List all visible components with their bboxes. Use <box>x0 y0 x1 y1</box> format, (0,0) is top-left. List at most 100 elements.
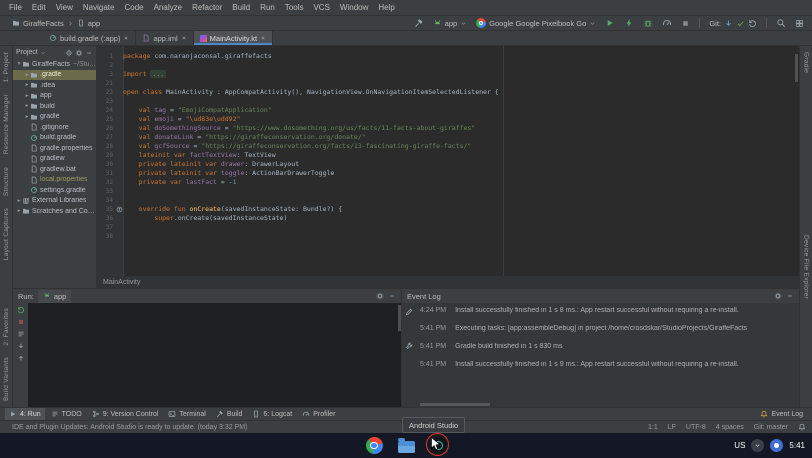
tree-item-build[interactable]: ▸build <box>13 101 96 112</box>
left-strip-layout-captures[interactable]: Layout Captures <box>3 208 10 260</box>
tree-item-.gradle[interactable]: ▸.gradle <box>13 70 96 81</box>
toolwindow-profiler[interactable]: Profiler <box>298 408 339 420</box>
breadcrumb[interactable]: GiraffeFacts app <box>12 19 100 28</box>
scroll-down-icon[interactable] <box>17 342 25 350</box>
wrench-icon[interactable] <box>405 342 413 350</box>
tree-item-local.properties[interactable]: local.properties <box>13 175 96 186</box>
profile-button[interactable] <box>662 18 672 28</box>
toolwindow-terminal[interactable]: Terminal <box>164 408 209 420</box>
status-git-master[interactable]: Git: master <box>754 424 788 431</box>
tree-item-gradle.properties[interactable]: gradle.properties <box>13 143 96 154</box>
pencil-icon[interactable] <box>405 308 413 316</box>
toolwindow-4-run[interactable]: 4: Run <box>5 408 45 420</box>
hide-panel-icon[interactable] <box>85 49 93 57</box>
search-everywhere-button[interactable] <box>776 18 786 28</box>
menu-code[interactable]: Code <box>119 3 148 12</box>
tree-item-build.gradle[interactable]: build.gradle <box>13 133 96 144</box>
build-hammer-icon[interactable] <box>414 18 424 28</box>
status-utf-8[interactable]: UTF-8 <box>686 424 706 431</box>
editor-tab-build.gradle (:app)[interactable]: build.gradle (:app) <box>43 31 136 45</box>
code-area[interactable]: 1package com.naranjaconsal.giraffefacts2… <box>97 46 799 276</box>
account-icon[interactable] <box>770 439 783 452</box>
editor-scrollbar[interactable] <box>795 54 798 82</box>
status-lf[interactable]: LF <box>668 424 676 431</box>
chevron-down-icon[interactable] <box>40 50 46 56</box>
menu-tools[interactable]: Tools <box>280 3 309 12</box>
locate-file-icon[interactable] <box>65 49 73 57</box>
gear-icon[interactable] <box>774 292 782 300</box>
tree-item-.idea[interactable]: ▸.idea <box>13 80 96 91</box>
menu-refactor[interactable]: Refactor <box>187 3 227 12</box>
keyboard-layout-indicator[interactable]: US <box>734 441 745 450</box>
editor-tab-MainActivity.kt[interactable]: MainActivity.kt <box>194 31 273 45</box>
console-scrollbar[interactable] <box>398 305 401 331</box>
left-strip-build-variants[interactable]: Build Variants <box>3 357 10 401</box>
event-log-scrollbar[interactable] <box>420 403 490 406</box>
left-strip-structure[interactable]: Structure <box>3 167 10 196</box>
tree-item-.gitignore[interactable]: .gitignore <box>13 122 96 133</box>
menu-view[interactable]: View <box>51 3 78 12</box>
editor-tab-app.iml[interactable]: app.iml <box>136 31 193 45</box>
code-editor[interactable]: 1package com.naranjaconsal.giraffefacts2… <box>97 46 799 288</box>
toolwindow-todo[interactable]: TODO <box>47 408 86 420</box>
menu-navigate[interactable]: Navigate <box>78 3 120 12</box>
run-config-dropdown[interactable]: app <box>433 19 468 28</box>
git-rollback-button[interactable] <box>748 19 757 28</box>
run-tab-app[interactable]: app <box>38 290 72 303</box>
system-menu-icon[interactable] <box>751 439 764 452</box>
layout-grid-button[interactable] <box>795 19 804 28</box>
project-panel-title[interactable]: Project <box>16 49 38 56</box>
left-strip-1-project[interactable]: 1: Project <box>3 52 10 82</box>
event-log-toolbar <box>402 303 416 407</box>
git-update-button[interactable] <box>724 19 733 28</box>
clock[interactable]: 5:41 <box>789 441 805 450</box>
taskbar-files[interactable] <box>398 438 415 453</box>
toolwindow-event-log[interactable]: Event Log <box>756 410 807 418</box>
toolwindow-build[interactable]: Build <box>212 408 247 420</box>
right-strip-gradle[interactable]: Gradle <box>803 52 810 73</box>
editor-breadcrumb[interactable]: MainActivity <box>97 276 799 288</box>
menu-analyze[interactable]: Analyze <box>149 3 187 12</box>
tree-item-External Libraries[interactable]: ▸External Libraries <box>13 196 96 207</box>
code-line: 34 <box>97 196 799 205</box>
menu-help[interactable]: Help <box>373 3 399 12</box>
toolwindow-6-logcat[interactable]: 6: Logcat <box>248 408 296 420</box>
menu-vcs[interactable]: VCS <box>308 3 334 12</box>
menu-window[interactable]: Window <box>335 3 373 12</box>
menu-build[interactable]: Build <box>227 3 255 12</box>
rerun-button[interactable] <box>17 306 25 314</box>
tree-item-GiraffeFacts[interactable]: ▾GiraffeFacts~/Stu... <box>13 59 96 70</box>
scroll-up-icon[interactable] <box>17 354 25 362</box>
left-strip-resource-manager[interactable]: Resource Manager <box>3 94 10 154</box>
run-button[interactable] <box>605 18 615 28</box>
stop-button[interactable] <box>17 318 25 326</box>
tree-item-app[interactable]: ▸app <box>13 91 96 102</box>
left-strip-2-favorites[interactable]: 2: Favorites <box>3 308 10 346</box>
tree-item-Scratches and Consoles[interactable]: ▸Scratches and Consoles <box>13 206 96 217</box>
tree-item-settings.gradle[interactable]: settings.gradle <box>13 185 96 196</box>
hide-panel-icon[interactable] <box>786 292 794 300</box>
status-1-1[interactable]: 1:1 <box>648 424 658 431</box>
gear-icon[interactable] <box>75 49 83 57</box>
list-icon[interactable] <box>17 330 25 338</box>
status-message[interactable]: IDE and Plugin Updates: Android Studio i… <box>12 424 247 431</box>
gear-icon[interactable] <box>376 292 384 300</box>
menu-run[interactable]: Run <box>255 3 280 12</box>
run-console-output[interactable] <box>28 303 401 407</box>
menu-edit[interactable]: Edit <box>27 3 51 12</box>
menu-file[interactable]: File <box>4 3 27 12</box>
git-commit-button[interactable] <box>736 19 745 28</box>
debug-button[interactable] <box>643 18 653 28</box>
tree-item-gradle[interactable]: ▸gradle <box>13 112 96 123</box>
tree-item-gradlew.bat[interactable]: gradlew.bat <box>13 164 96 175</box>
taskbar-chrome[interactable] <box>366 437 383 454</box>
hide-panel-icon[interactable] <box>388 292 396 300</box>
status-4-spaces[interactable]: 4 spaces <box>716 424 744 431</box>
tree-item-gradlew[interactable]: gradlew <box>13 154 96 165</box>
right-strip-device-file-explorer[interactable]: Device File Explorer <box>803 235 810 299</box>
notifications-bell[interactable] <box>798 423 806 431</box>
stop-button[interactable] <box>681 19 690 28</box>
toolwindow-9-version-control[interactable]: 9: Version Control <box>88 408 163 420</box>
device-dropdown[interactable]: Google Google Pixelbook Go <box>476 18 596 28</box>
apply-changes-button[interactable] <box>624 18 634 28</box>
